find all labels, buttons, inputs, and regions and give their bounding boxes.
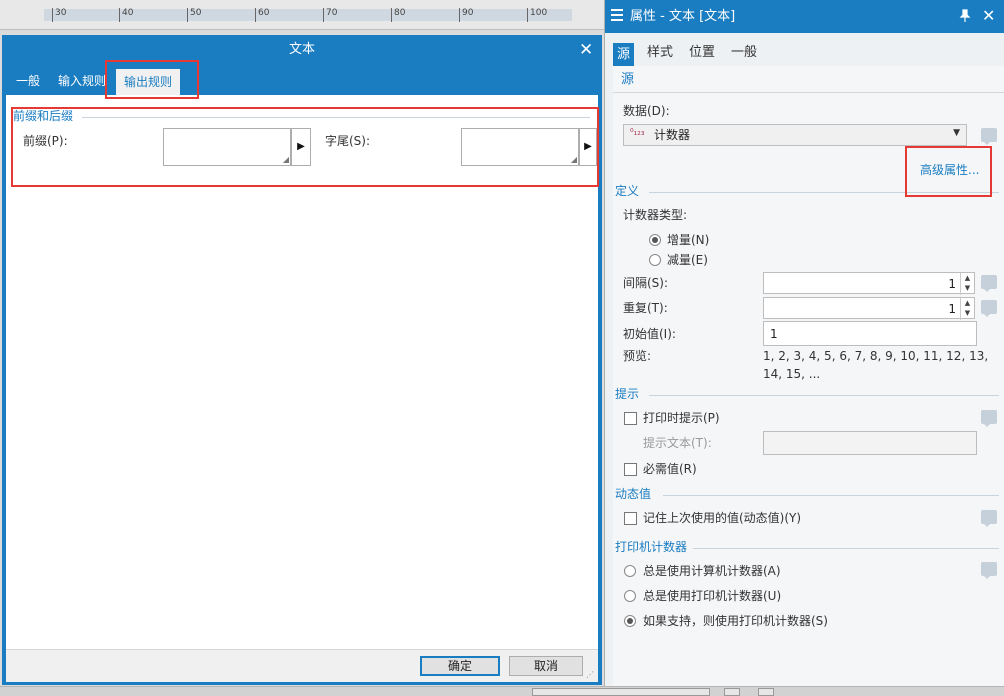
remember-value-label[interactable]: 记住上次使用的值(动态值)(Y) (643, 510, 801, 526)
status-printer-field (532, 688, 710, 696)
spinner-arrows-icon[interactable]: ▲ ▼ (960, 298, 974, 320)
decrement-radio[interactable] (649, 254, 661, 266)
pin-icon[interactable] (958, 9, 972, 23)
resize-grip-icon[interactable]: ⋰ (586, 670, 596, 680)
ok-button[interactable]: 确定 (420, 656, 500, 676)
section-dynamic-title: 动态值 (615, 487, 652, 501)
ruler-label: 40 (119, 8, 133, 22)
preview-line-1: 1, 2, 3, 4, 5, 6, 7, 8, 9, 10, 11, 12, 1… (763, 349, 989, 363)
tab-source[interactable]: 源 (613, 43, 635, 67)
tab-input-rules[interactable]: 输入规则 (58, 72, 106, 90)
printer-counter-label[interactable]: 总是使用打印机计数器(U) (643, 588, 781, 604)
dialog-title: 文本 (288, 42, 315, 57)
preview-line-2: 14, 15, ... (763, 367, 821, 381)
prompt-text-input[interactable] (763, 431, 977, 455)
initial-value-label: 初始值(I): (623, 327, 676, 341)
tab-general[interactable]: 一般 (16, 72, 40, 90)
print-prompt-checkbox[interactable] (624, 412, 637, 425)
repeat-label: 重复(T): (623, 301, 668, 315)
counter-icon: ⁰₁₂₃ (630, 128, 645, 138)
status-zoom-icon[interactable] (758, 688, 774, 696)
divider (649, 395, 999, 396)
counter-type-label: 计数器类型: (623, 208, 688, 222)
highlight-box (905, 146, 992, 197)
status-zoom-fit-icon[interactable] (724, 688, 740, 696)
horizontal-ruler: 30 40 50 60 70 80 90 100 (0, 0, 604, 30)
help-bubble-icon[interactable] (981, 275, 997, 292)
highlight-box (11, 107, 599, 187)
required-value-label[interactable]: 必需值(R) (643, 461, 697, 477)
hamburger-menu-icon[interactable] (611, 9, 623, 21)
status-bar (0, 686, 1004, 696)
panel-header: 属性 - 文本 [文本] ✕ (605, 0, 1004, 33)
data-source-value: 计数器 (654, 128, 691, 142)
highlight-box (105, 60, 199, 99)
ruler-label: 80 (391, 8, 405, 22)
tab-position[interactable]: 位置 (689, 43, 715, 63)
increment-radio[interactable] (649, 234, 661, 246)
section-definition-title: 定义 (615, 184, 640, 198)
printer-counter-radio[interactable] (624, 590, 636, 602)
help-bubble-icon[interactable] (981, 128, 997, 145)
properties-panel: 属性 - 文本 [文本] ✕ 源 样式 位置 一般 源 数据(D): ⁰₁₂₃ … (604, 0, 1004, 686)
dialog-close-icon[interactable]: ✕ (579, 39, 593, 61)
ruler-label: 70 (323, 8, 337, 22)
panel-tabs: 源 样式 位置 一般 (605, 33, 1004, 67)
help-bubble-icon[interactable] (981, 300, 997, 317)
spinner-arrows-icon[interactable]: ▲ ▼ (960, 273, 974, 295)
initial-value-text: 1 (770, 327, 778, 341)
printer-if-supported-radio[interactable] (624, 615, 636, 627)
increment-label[interactable]: 增量(N) (667, 232, 709, 248)
data-source-dropdown[interactable]: ⁰₁₂₃ 计数器 ▼ (623, 124, 967, 146)
interval-spinner[interactable]: 1 ▲ ▼ (763, 272, 975, 295)
sub-tab-source[interactable]: 源 (621, 71, 634, 89)
computer-counter-radio[interactable] (624, 565, 636, 577)
ruler-label: 60 (255, 8, 269, 22)
divider (693, 548, 999, 549)
divider (613, 92, 1004, 93)
ruler-label: 30 (52, 8, 66, 22)
interval-value: 1 (948, 277, 956, 291)
tab-general[interactable]: 一般 (731, 43, 757, 63)
print-prompt-label[interactable]: 打印时提示(P) (643, 410, 720, 426)
chevron-down-icon: ▼ (953, 128, 960, 138)
cancel-button[interactable]: 取消 (509, 656, 583, 676)
section-prompt-title: 提示 (615, 387, 640, 401)
repeat-spinner[interactable]: 1 ▲ ▼ (763, 297, 975, 320)
help-bubble-icon[interactable] (981, 410, 997, 427)
panel-close-icon[interactable]: ✕ (982, 6, 995, 26)
section-printer-counter-title: 打印机计数器 (615, 540, 688, 554)
decrement-label[interactable]: 减量(E) (667, 252, 708, 268)
divider (663, 495, 999, 496)
initial-value-input[interactable]: 1 (763, 321, 977, 346)
ruler-label: 100 (527, 8, 547, 22)
prompt-text-label: 提示文本(T): (643, 436, 712, 450)
repeat-value: 1 (948, 302, 956, 316)
ruler-label: 90 (459, 8, 473, 22)
tab-style[interactable]: 样式 (647, 43, 673, 63)
ruler-label: 50 (187, 8, 201, 22)
help-bubble-icon[interactable] (981, 510, 997, 527)
required-value-checkbox[interactable] (624, 463, 637, 476)
printer-if-supported-label[interactable]: 如果支持，则使用打印机计数器(S) (643, 613, 828, 629)
dialog-footer: 确定 取消 ⋰ (6, 649, 598, 682)
panel-title: 属性 - 文本 [文本] (630, 9, 736, 24)
computer-counter-label[interactable]: 总是使用计算机计数器(A) (643, 563, 781, 579)
remember-value-checkbox[interactable] (624, 512, 637, 525)
data-label: 数据(D): (623, 104, 670, 118)
help-bubble-icon[interactable] (981, 562, 997, 579)
interval-label: 间隔(S): (623, 276, 669, 290)
preview-label: 预览: (623, 349, 652, 363)
